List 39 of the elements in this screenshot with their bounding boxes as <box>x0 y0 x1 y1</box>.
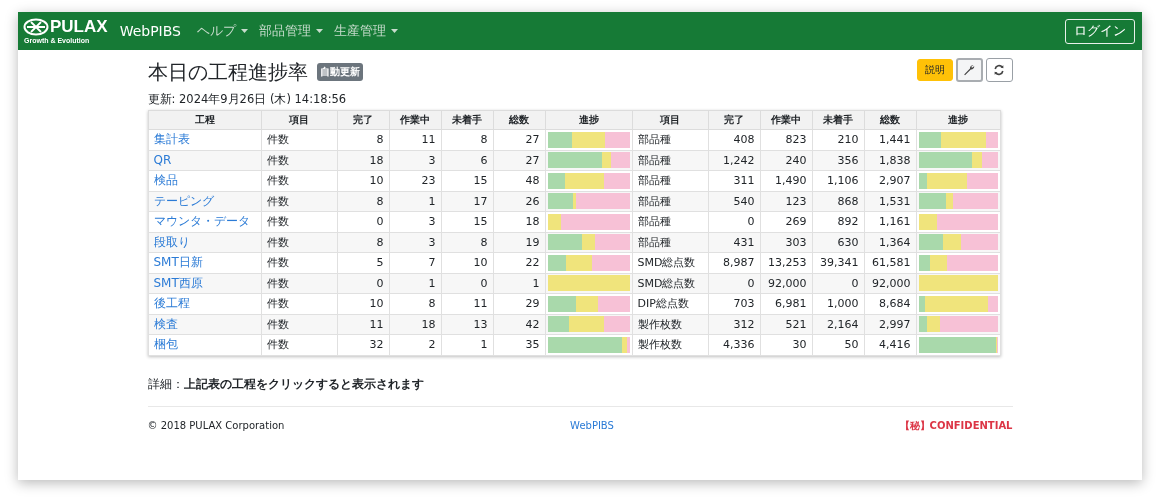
nav-menu[interactable]: 部品管理 <box>258 22 323 40</box>
column-header: 進捗 <box>916 110 1000 130</box>
refresh-button[interactable] <box>985 58 1013 82</box>
column-header: 進捗 <box>545 110 632 130</box>
update-time: 更新: 2024年9月26日 (木) 14:18:56 <box>147 92 348 107</box>
column-header: 項目 <box>261 110 337 130</box>
caret-icon <box>240 29 248 33</box>
brand-link[interactable]: WebPIBS <box>119 23 181 39</box>
column-header: 工程 <box>148 110 261 130</box>
nav-menu[interactable]: ヘルプ <box>196 22 248 40</box>
caret-icon <box>315 29 323 33</box>
wrench-icon <box>963 64 975 76</box>
column-header: 未着手 <box>441 110 493 130</box>
column-header: 作業中 <box>760 110 812 130</box>
column-header: 作業中 <box>389 110 441 130</box>
process-link[interactable]: 検査 <box>153 316 178 331</box>
column-header: 項目 <box>632 110 708 130</box>
nav-menu[interactable]: 生産管理 <box>333 22 398 40</box>
page-title: 本日の工程進捗率 <box>147 59 308 85</box>
process-link[interactable]: 梱包 <box>153 337 178 352</box>
settings-button[interactable] <box>955 58 983 82</box>
column-header: 総数 <box>864 110 916 130</box>
logo-text: PULAX <box>50 17 108 36</box>
auto-update-badge: 自動更新 <box>316 63 363 81</box>
confidential-label: 【秘】CONFIDENTIAL <box>899 418 1013 433</box>
logo-icon <box>23 17 49 36</box>
process-link[interactable]: QR <box>153 153 172 168</box>
caret-icon <box>390 29 398 33</box>
footer-link[interactable]: WebPIBS <box>570 420 614 431</box>
column-header: 総数 <box>493 110 545 130</box>
detail-note: 詳細：上記表の工程をクリックすると表示されます <box>147 375 1013 407</box>
column-header: 未着手 <box>812 110 864 130</box>
column-header: 完了 <box>708 110 760 130</box>
copyright-text: © 2018 PULAX Corporation <box>147 420 285 431</box>
process-link[interactable]: 検品 <box>153 173 178 188</box>
login-button[interactable]: ログイン <box>1065 18 1135 44</box>
help-button[interactable]: 説明 <box>916 59 953 81</box>
refresh-icon <box>993 64 1005 76</box>
column-header: 完了 <box>337 110 389 130</box>
